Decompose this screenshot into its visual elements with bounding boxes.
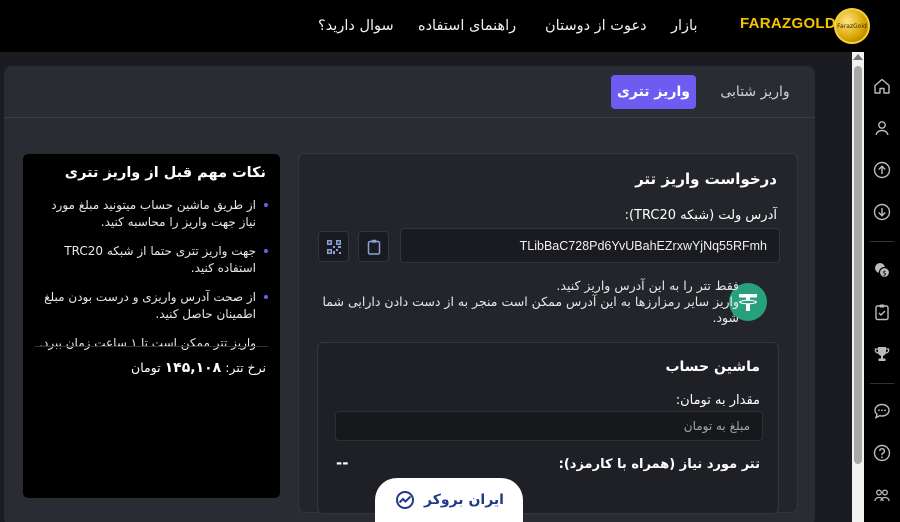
- side-divider: [870, 241, 894, 242]
- home-icon[interactable]: [871, 75, 893, 97]
- help-icon[interactable]: [871, 442, 893, 464]
- scroll-up-arrow[interactable]: [853, 54, 863, 60]
- rate-label: نرخ تتر:: [225, 360, 266, 375]
- calculator-title: ماشین حساب: [665, 359, 760, 375]
- rate-unit: تومان: [131, 360, 161, 375]
- tether-needed-label: تتر مورد نیاز (همراه با کارمزد):: [558, 457, 760, 472]
- wallet-address: TLibBaC728Pd6YvUBahEZrxwYjNq55RFmh: [519, 238, 767, 253]
- wallet-address-field[interactable]: TLibBaC728Pd6YvUBahEZrxwYjNq55RFmh: [400, 228, 780, 263]
- qr-code-icon: [326, 239, 341, 254]
- chat-icon[interactable]: [871, 400, 893, 422]
- trend-chart-icon: [396, 491, 415, 509]
- logo-text: FarazGold: [837, 22, 867, 30]
- tip-item: واریز تتر ممکن است تا ۱ ساعت زمان ببرد.: [39, 336, 256, 350]
- nav-market[interactable]: بازار: [671, 0, 698, 52]
- tips-panel: نکات مهم قبل از واریز تتری از طریق ماشین…: [22, 153, 281, 499]
- users-icon[interactable]: [871, 484, 893, 506]
- nav-faq[interactable]: سوال دارید؟: [318, 0, 394, 52]
- amount-toman-input[interactable]: [335, 411, 763, 441]
- tab-shetab-deposit[interactable]: واریز شتابی: [710, 75, 800, 109]
- nav-invite[interactable]: دعوت از دوستان: [545, 0, 647, 52]
- request-title: درخواست واریز تتر: [635, 170, 777, 188]
- svg-text:$: $: [882, 270, 886, 278]
- tips-title: نکات مهم قبل از واریز تتری: [64, 165, 266, 181]
- trophy-icon[interactable]: [871, 343, 893, 365]
- brand-name[interactable]: FARAZGOLD: [740, 15, 836, 32]
- deposit-warning: فقط تتر را به این آدرس واریز کنید. واریز…: [319, 278, 739, 326]
- tether-rate: نرخ تتر: ۱۴۵,۱۰۸ تومان: [131, 360, 266, 376]
- address-label: آدرس ولت (شبکه TRC20):: [624, 208, 777, 223]
- withdraw-down-icon[interactable]: [871, 201, 893, 223]
- tab-tether-deposit[interactable]: واریز تتری: [611, 75, 696, 109]
- deposit-request-panel: درخواست واریز تتر آدرس ولت (شبکه TRC20):…: [298, 153, 798, 514]
- tip-item: جهت واریز تتری حتما از شبکه TRC20 استفاد…: [32, 243, 268, 277]
- tips-list: از طریق ماشین حساب میتونید مبلغ مورد نیا…: [32, 197, 268, 364]
- coins-icon[interactable]: $: [871, 259, 893, 281]
- tether-needed-value: --: [336, 454, 349, 472]
- clipboard-icon: [367, 239, 380, 255]
- tip-item: از صحت آدرس واریزی و درست بودن مبلغ اطمی…: [32, 289, 268, 323]
- tip-item: از طریق ماشین حساب میتونید مبلغ مورد نیا…: [32, 197, 268, 231]
- profile-icon[interactable]: [871, 117, 893, 139]
- badge-text: ایران بروکر: [424, 492, 504, 508]
- rate-value: ۱۴۵,۱۰۸: [164, 360, 222, 376]
- side-divider: [870, 383, 894, 384]
- copy-address-button[interactable]: [358, 231, 389, 262]
- warning-line-2: واریز سایر رمزارزها به این آدرس ممکن است…: [322, 294, 739, 325]
- scrollbar-thumb[interactable]: [854, 66, 862, 464]
- tips-divider: [35, 346, 268, 347]
- deposit-up-icon[interactable]: [871, 159, 893, 181]
- warning-line-1: فقط تتر را به این آدرس واریز کنید.: [556, 278, 739, 293]
- qr-code-button[interactable]: [318, 231, 349, 262]
- brand-logo[interactable]: FarazGold: [834, 8, 870, 44]
- iranbroker-badge[interactable]: ایران بروکر: [375, 478, 523, 522]
- clipboard-check-icon[interactable]: [871, 301, 893, 323]
- nav-guide[interactable]: راهنمای استفاده: [418, 0, 516, 52]
- amount-label: مقدار به تومان:: [675, 393, 760, 408]
